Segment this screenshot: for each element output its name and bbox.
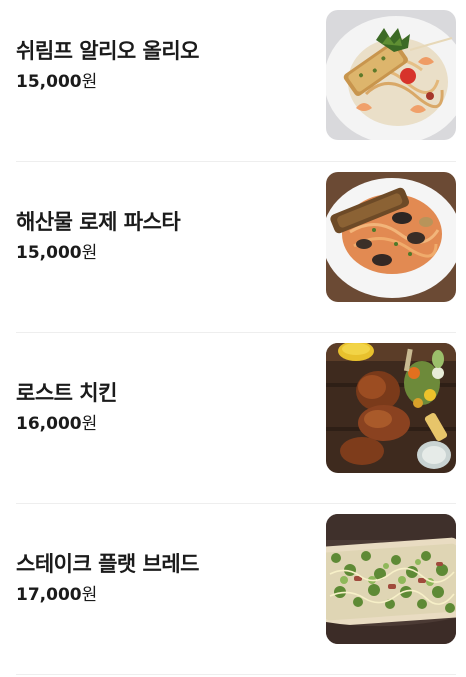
menu-item-price: 16,000원 xyxy=(16,413,117,435)
menu-item-photo[interactable] xyxy=(326,514,456,644)
menu-item-photo[interactable] xyxy=(326,343,456,473)
price-value: 16,000 xyxy=(16,414,82,434)
steak-flatbread-photo xyxy=(326,514,456,644)
menu-item-price: 15,000원 xyxy=(16,71,199,93)
shrimp-pasta-photo xyxy=(326,10,456,140)
menu-item-price: 17,000원 xyxy=(16,584,199,606)
menu-item-roast-chicken[interactable]: 로스트 치킨 16,000원 xyxy=(16,333,456,504)
menu-item-photo[interactable] xyxy=(326,10,456,140)
menu-item-price: 15,000원 xyxy=(16,242,180,264)
menu-item-name: 로스트 치킨 xyxy=(16,381,117,405)
menu-item-name: 쉬림프 알리오 올리오 xyxy=(16,39,200,63)
menu-item-seafood-rose-pasta[interactable]: 해산물 로제 파스타 15,000원 xyxy=(16,162,456,333)
menu-list: 쉬림프 알리오 올리오 15,000원 해산물 로제 파스타 15,000원 로… xyxy=(0,0,466,675)
menu-item-info: 로스트 치킨 16,000원 xyxy=(16,379,117,435)
roast-chicken-photo xyxy=(326,343,456,473)
price-unit: 원 xyxy=(81,585,98,605)
price-unit: 원 xyxy=(81,243,98,263)
menu-item-photo[interactable] xyxy=(326,172,456,302)
price-value: 15,000 xyxy=(16,72,82,92)
menu-item-name: 스테이크 플랫 브레드 xyxy=(16,552,200,576)
rose-pasta-photo xyxy=(326,172,456,302)
price-unit: 원 xyxy=(81,414,98,434)
price-value: 15,000 xyxy=(16,243,82,263)
menu-item-shrimp-aglio-olio[interactable]: 쉬림프 알리오 올리오 15,000원 xyxy=(16,0,456,162)
menu-item-info: 스테이크 플랫 브레드 17,000원 xyxy=(16,550,200,606)
price-unit: 원 xyxy=(81,72,98,92)
price-value: 17,000 xyxy=(16,585,82,605)
menu-item-info: 쉬림프 알리오 올리오 15,000원 xyxy=(16,37,200,93)
menu-item-steak-flatbread[interactable]: 스테이크 플랫 브레드 17,000원 xyxy=(16,504,456,675)
menu-item-name: 해산물 로제 파스타 xyxy=(16,210,181,234)
menu-item-info: 해산물 로제 파스타 15,000원 xyxy=(16,208,181,264)
